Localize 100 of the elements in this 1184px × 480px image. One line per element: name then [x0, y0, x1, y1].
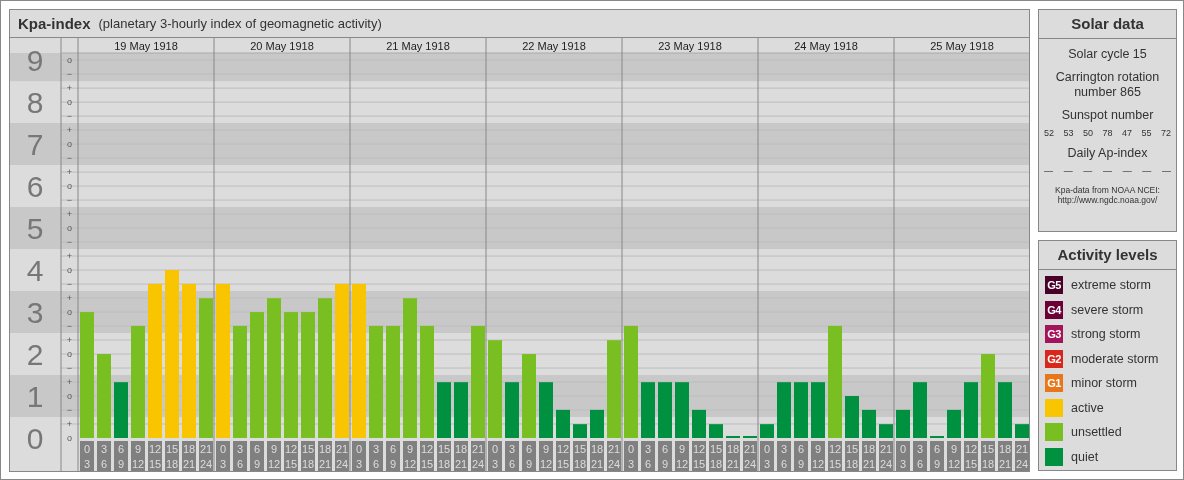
time-slot-label: 12 15 — [284, 441, 298, 471]
panel-title: Activity levels — [1039, 241, 1176, 270]
time-slot-label: 3 6 — [913, 441, 927, 471]
subdivision-mark: o — [67, 307, 72, 318]
time-slot-label: 3 6 — [641, 441, 655, 471]
time-slot-label: 15 18 — [845, 441, 859, 471]
time-slot-label: 21 24 — [199, 441, 213, 471]
time-slot-label: 0 3 — [896, 441, 910, 471]
time-slot-label: 6 9 — [522, 441, 536, 471]
subdivision-mark: − — [66, 321, 73, 332]
time-slot-label: 21 24 — [607, 441, 621, 471]
subdivision-mark: + — [66, 83, 73, 94]
time-slot-label: 15 18 — [165, 441, 179, 471]
time-slot-label: 18 21 — [998, 441, 1012, 471]
storm-level-badge: G5 — [1045, 276, 1063, 295]
time-slot-label: 15 18 — [709, 441, 723, 471]
sunspot-value: 72 — [1160, 128, 1171, 138]
date-label: 20 May 1918 — [250, 40, 314, 52]
subdivision-mark: o — [67, 181, 72, 192]
legend-label: minor storm — [1071, 376, 1137, 391]
subdivision-mark: − — [66, 237, 73, 248]
subdivision-mark: + — [66, 125, 73, 136]
time-slot-label: 15 18 — [981, 441, 995, 471]
y-axis-label: 3 — [26, 296, 44, 330]
time-slot-label: 3 6 — [777, 441, 791, 471]
y-axis-label: 8 — [26, 86, 44, 120]
time-slot-label: 3 6 — [369, 441, 383, 471]
y-axis-label: 2 — [26, 338, 44, 372]
time-slot-label: 6 9 — [658, 441, 672, 471]
time-slot-label: 21 24 — [471, 441, 485, 471]
time-slot-label: 3 6 — [505, 441, 519, 471]
date-label: 23 May 1918 — [658, 40, 722, 52]
time-slot-label: 12 15 — [692, 441, 706, 471]
chart-title: Kpa-index — [18, 15, 91, 32]
storm-level-badge: G3 — [1045, 325, 1063, 344]
subdivision-mark: + — [66, 419, 73, 429]
date-label: 25 May 1918 — [930, 40, 994, 52]
subdivision-mark: − — [66, 279, 73, 290]
legend-label: moderate storm — [1071, 351, 1159, 366]
subdivision-mark: o — [67, 55, 72, 66]
y-axis-label: 1 — [26, 380, 44, 413]
time-slot-label: 9 12 — [811, 441, 825, 471]
time-slot-label: 12 15 — [148, 441, 162, 471]
time-slot-label: 0 3 — [624, 441, 638, 471]
subdivision-mark: o — [67, 139, 72, 150]
subdivision-mark: o — [67, 97, 72, 108]
legend-label: severe storm — [1071, 302, 1144, 317]
legend-label: quiet — [1071, 449, 1099, 464]
sunspot-heading: Sunspot number — [1060, 108, 1155, 123]
ap-index-value: — — [1122, 166, 1132, 176]
subdivision-mark: + — [66, 209, 73, 220]
time-slot-label: 9 12 — [947, 441, 961, 471]
sunspot-value: 47 — [1121, 128, 1132, 138]
subdivision-mark: − — [66, 153, 73, 164]
time-slot-label: 21 24 — [743, 441, 757, 471]
time-slot-label: 6 9 — [930, 441, 944, 471]
subdivision-mark: − — [66, 69, 73, 80]
time-slot-label: 6 9 — [114, 441, 128, 471]
subdivision-mark: o — [67, 391, 72, 401]
ap-index-value: — — [1044, 166, 1053, 176]
legend-label: strong storm — [1071, 327, 1141, 342]
sunspot-value: 55 — [1141, 128, 1152, 138]
subdivision-mark: + — [66, 251, 73, 262]
subdivision-mark: − — [66, 111, 73, 122]
solar-cycle-text: Solar cycle 15 — [1067, 47, 1148, 62]
time-slot-label: 6 9 — [794, 441, 808, 471]
ap-index-heading: Daily Ap-index — [1066, 146, 1149, 161]
time-slot-label: 18 21 — [726, 441, 740, 471]
time-slot-label: 6 9 — [386, 441, 400, 471]
time-slot-label: 6 9 — [250, 441, 264, 471]
subdivision-mark: o — [67, 433, 72, 443]
data-source-url: http://www.ngdc.noaa.gov/ — [1057, 195, 1158, 205]
storm-level-badge: G2 — [1045, 349, 1063, 368]
time-slot-label: 21 24 — [879, 441, 893, 471]
ap-index-value: — — [1102, 166, 1112, 176]
time-slot-label: 0 3 — [488, 441, 502, 471]
subdivision-mark: + — [66, 293, 73, 304]
ap-index-value: — — [1083, 166, 1093, 176]
time-slot-label: 12 15 — [556, 441, 570, 471]
date-label: 22 May 1918 — [522, 40, 586, 52]
sunspot-value: 50 — [1082, 128, 1093, 138]
data-source-text: Kpa-data from NOAA NCEI: — [1055, 185, 1160, 195]
storm-level-badge: G1 — [1045, 374, 1063, 393]
y-axis-label: 7 — [26, 128, 44, 162]
time-slot-label: 9 12 — [403, 441, 417, 471]
time-slot-label: 9 12 — [539, 441, 553, 471]
panel-title: Solar data — [1039, 10, 1176, 39]
subdivision-mark: − — [66, 363, 73, 374]
time-slot-label: 3 6 — [97, 441, 111, 471]
time-slot-label: 18 21 — [182, 441, 196, 471]
subdivision-mark: − — [66, 405, 73, 415]
time-slot-label: 3 6 — [233, 441, 247, 471]
subdivision-mark: o — [67, 265, 72, 276]
subdivision-mark: o — [67, 349, 72, 360]
y-axis-label: 5 — [26, 212, 44, 246]
subdivision-mark: − — [66, 195, 73, 206]
time-slot-label: 9 12 — [131, 441, 145, 471]
storm-level-badge: G4 — [1045, 300, 1063, 319]
sunspot-value: 53 — [1063, 128, 1074, 138]
time-slot-label: 15 18 — [573, 441, 587, 471]
